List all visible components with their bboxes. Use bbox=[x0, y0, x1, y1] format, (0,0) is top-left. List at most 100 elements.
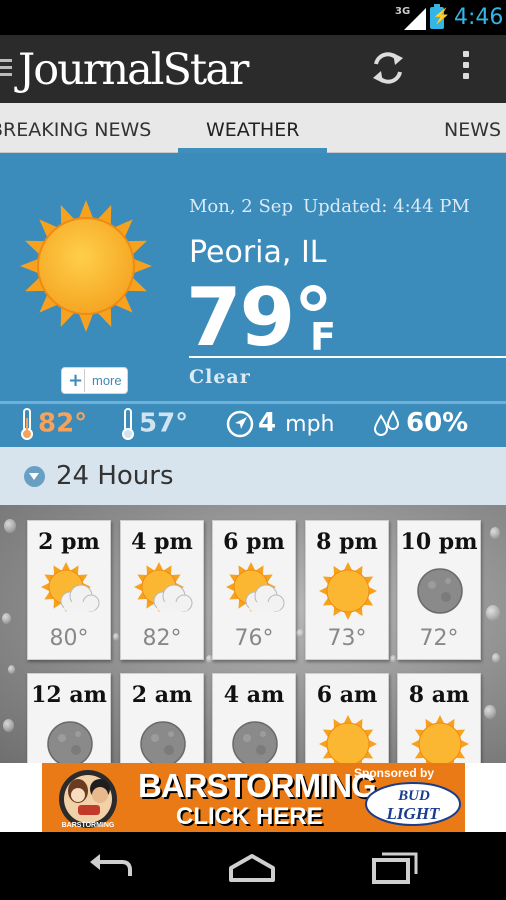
thermometer-low-icon bbox=[122, 408, 134, 440]
ad-area: BARSTORMING BARSTORMING CLICK HERE Spons… bbox=[0, 763, 506, 832]
charging-icon: ⚡ bbox=[432, 8, 451, 25]
high-temp: 82° bbox=[38, 408, 88, 439]
tab-strip: BREAKING NEWS WEATHER NEWS bbox=[0, 103, 506, 153]
badge-text: BARSTORMING bbox=[62, 822, 115, 829]
hourly-temp: 80° bbox=[49, 626, 89, 651]
hourly-time: 8 pm bbox=[316, 529, 378, 555]
raindrop-decoration bbox=[2, 613, 11, 624]
wind-direction-icon bbox=[226, 410, 254, 437]
divider bbox=[189, 356, 506, 358]
moon-icon bbox=[417, 568, 463, 614]
action-bar: JournalStar bbox=[0, 35, 506, 103]
raindrop-decoration bbox=[296, 629, 304, 638]
current-conditions: + more Mon, 2 Sep Updated: 4:44 PM Peoria… bbox=[0, 153, 506, 401]
moon-icon bbox=[140, 721, 186, 763]
ad-sponsor-label: Sponsored by bbox=[354, 766, 435, 780]
status-bar: 3G ⚡ 4:46 bbox=[0, 0, 506, 35]
hourly-time: 4 am bbox=[223, 682, 285, 708]
bud-logo-line2: LIGHT bbox=[386, 804, 441, 823]
raindrop-decoration bbox=[3, 719, 14, 732]
raindrop-decoration bbox=[484, 705, 496, 719]
hourly-time: 10 pm bbox=[400, 529, 478, 555]
raindrop-decoration bbox=[492, 653, 500, 663]
sunny-icon bbox=[319, 715, 377, 763]
hourly-time: 6 pm bbox=[223, 529, 285, 555]
hourly-card[interactable]: 2 pm 80° bbox=[27, 520, 111, 660]
hourly-card[interactable]: 4 pm 82° bbox=[120, 520, 204, 660]
hourly-temp: 72° bbox=[419, 626, 459, 651]
current-date: Mon, 2 Sep bbox=[189, 196, 293, 217]
raindrop-decoration bbox=[486, 605, 500, 621]
recent-apps-icon[interactable] bbox=[370, 850, 420, 884]
raindrop-decoration bbox=[4, 519, 16, 533]
hourly-card[interactable]: 2 am bbox=[120, 673, 204, 763]
partly-cloudy-icon bbox=[41, 562, 100, 612]
hourly-time: 2 pm bbox=[38, 529, 100, 555]
hourly-card[interactable]: 6 pm 76° bbox=[212, 520, 296, 660]
tab-breaking-news[interactable]: BREAKING NEWS bbox=[0, 119, 151, 141]
ad-banner[interactable]: BARSTORMING BARSTORMING CLICK HERE Spons… bbox=[42, 763, 465, 832]
home-icon[interactable] bbox=[227, 850, 277, 884]
hourly-card[interactable]: 6 am bbox=[305, 673, 389, 763]
updated-time: Updated: 4:44 PM bbox=[302, 196, 470, 217]
condition-text: Clear bbox=[189, 366, 251, 388]
location-name: Peoria, IL bbox=[189, 235, 327, 270]
raindrop-decoration bbox=[390, 655, 396, 663]
hourly-section-header[interactable]: 24 Hours bbox=[0, 447, 506, 505]
low-temp: 57° bbox=[139, 408, 189, 439]
tab-weather[interactable]: WEATHER bbox=[206, 119, 299, 141]
more-label: more bbox=[92, 373, 122, 388]
hourly-title: 24 Hours bbox=[56, 461, 174, 491]
hourly-card[interactable]: 8 pm 73° bbox=[305, 520, 389, 660]
sunny-icon bbox=[411, 715, 469, 763]
hourly-card[interactable]: 12 am bbox=[27, 673, 111, 763]
temperature-unit: F bbox=[310, 315, 336, 359]
raindrop-decoration bbox=[8, 665, 15, 674]
wind-stat: 4 mph bbox=[226, 408, 335, 438]
humidity-drops-icon bbox=[373, 409, 400, 436]
hourly-temp: 76° bbox=[234, 626, 274, 651]
hourly-time: 2 am bbox=[131, 682, 193, 708]
partly-cloudy-icon bbox=[226, 562, 285, 612]
sunny-icon bbox=[319, 562, 377, 620]
wind-unit: mph bbox=[285, 412, 335, 437]
raindrop-decoration bbox=[490, 527, 500, 539]
bud-logo-line1: BUD bbox=[397, 788, 430, 804]
moon-icon bbox=[47, 721, 93, 763]
hourly-temp: 82° bbox=[142, 626, 182, 651]
moon-icon bbox=[232, 721, 278, 763]
hourly-card[interactable]: 8 am bbox=[397, 673, 481, 763]
app-logo[interactable]: JournalStar bbox=[18, 45, 249, 95]
navigation-up-icon[interactable] bbox=[0, 59, 12, 80]
humidity-value: 60% bbox=[406, 408, 469, 438]
partly-cloudy-icon bbox=[134, 562, 193, 612]
system-nav-bar bbox=[0, 832, 506, 900]
ad-cta: CLICK HERE bbox=[176, 803, 323, 830]
raindrop-decoration bbox=[113, 633, 119, 641]
stats-strip: 82° 57° 4 mph 60% bbox=[0, 401, 506, 447]
refresh-icon[interactable] bbox=[370, 50, 406, 86]
humidity-stat: 60% bbox=[372, 408, 468, 438]
low-temp-stat: 57° bbox=[121, 408, 188, 440]
high-temp-stat: 82° bbox=[20, 408, 87, 440]
hourly-time: 4 pm bbox=[131, 529, 193, 555]
more-button[interactable]: + more bbox=[61, 367, 128, 394]
tab-news[interactable]: NEWS bbox=[444, 119, 501, 141]
ad-headline: BARSTORMING bbox=[138, 767, 377, 804]
plus-icon: + bbox=[67, 369, 85, 392]
hourly-time: 12 am bbox=[31, 682, 107, 708]
signal-icon bbox=[404, 8, 426, 30]
barstorming-badge-image: BARSTORMING bbox=[59, 770, 117, 829]
overflow-menu-icon[interactable] bbox=[458, 51, 474, 87]
collapse-arrow-icon[interactable] bbox=[24, 466, 45, 487]
hourly-forecast: 2 pm 80° 4 pm 82° 6 pm 76° 8 pm 73° 10 p… bbox=[0, 505, 506, 763]
bud-light-logo: BUD LIGHT bbox=[365, 782, 461, 826]
thermometer-high-icon bbox=[21, 408, 33, 440]
hourly-card[interactable]: 4 am bbox=[212, 673, 296, 763]
wind-speed: 4 bbox=[258, 408, 277, 438]
back-icon[interactable] bbox=[86, 850, 136, 884]
hourly-card[interactable]: 10 pm 72° bbox=[397, 520, 481, 660]
date-updated-line: Mon, 2 Sep Updated: 4:44 PM bbox=[189, 196, 470, 217]
status-clock: 4:46 bbox=[454, 5, 504, 30]
hourly-temp: 73° bbox=[327, 626, 367, 651]
